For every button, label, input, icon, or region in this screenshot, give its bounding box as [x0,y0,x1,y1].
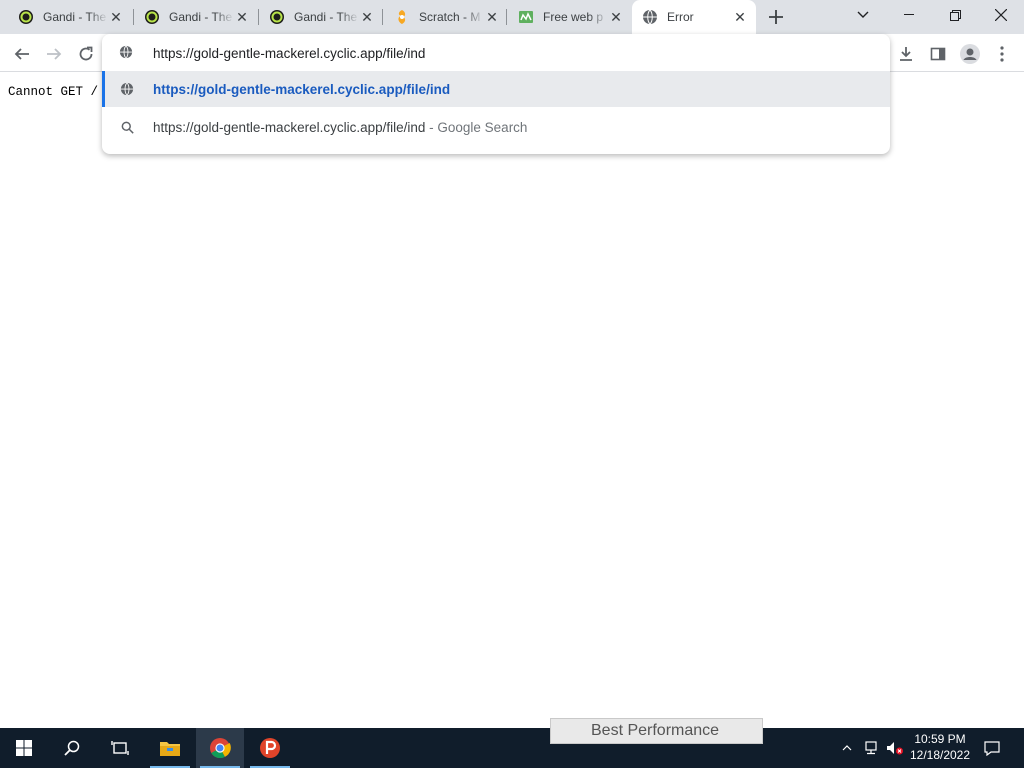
tab-separator [506,9,507,25]
p-app-icon [260,738,280,758]
clock-date: 12/18/2022 [909,748,971,762]
arrow-left-icon [14,48,29,60]
network-tray-button[interactable] [861,728,881,768]
tab-strip: Gandi - The ✕ Gandi - The ✕ Gandi - The … [0,0,1024,34]
suggestion-suffix: - Google Search [425,119,528,135]
tab-scratch[interactable]: Scratch - M ✕ [384,0,508,34]
suggestion-text: https://gold-gentle-mackerel.cyclic.app/… [153,119,426,135]
gandi-favicon-icon [144,9,160,25]
folder-icon [160,742,180,756]
webpage-favicon-icon [518,9,534,25]
side-panel-button[interactable] [924,40,952,68]
close-window-button[interactable] [978,0,1024,30]
tab-title: Error [667,10,694,24]
volume-tray-button[interactable] [884,728,906,768]
minimize-button[interactable] [886,0,932,30]
app-p-taskbar-button[interactable] [246,728,294,768]
tab-error-active[interactable]: Error ✕ [632,0,756,34]
globe-favicon-icon [642,9,658,25]
tab-close-icon[interactable]: ✕ [608,9,624,25]
reload-button[interactable] [72,40,100,68]
tab-gandi-1[interactable]: Gandi - The ✕ [8,0,132,34]
restore-button[interactable] [932,0,978,30]
clock-time: 10:59 PM [914,732,966,746]
task-view-button[interactable] [96,728,144,768]
arrow-right-icon [47,48,62,60]
restore-icon [949,9,961,21]
tab-separator [382,9,383,25]
address-bar [102,34,890,70]
globe-icon [119,45,133,64]
windows-logo-icon [16,740,32,756]
tab-title: Gandi - The [294,10,358,24]
chrome-icon [210,738,231,759]
taskbar-search-button[interactable] [48,728,96,768]
notification-icon [984,740,1000,756]
address-input[interactable] [153,44,853,62]
tab-free-web[interactable]: Free web p ✕ [508,0,632,34]
kebab-menu-icon [1000,46,1004,62]
tab-title: Free web p [543,10,604,24]
start-button[interactable] [0,728,48,768]
chrome-taskbar-button[interactable] [196,728,244,768]
profile-button[interactable] [956,40,984,68]
gandi-favicon-icon [269,9,285,25]
scratch-favicon-icon [394,9,410,25]
network-icon [865,741,877,755]
action-center-button[interactable] [980,728,1004,768]
notification-text: Best Performance [591,722,720,739]
chevron-down-icon [857,11,869,18]
task-view-icon [111,741,129,755]
tab-title: Scratch - M [419,10,481,24]
tab-close-icon[interactable]: ✕ [484,9,500,25]
back-button[interactable] [8,40,36,68]
notification-toast: Best Performance [550,718,763,744]
new-tab-button[interactable] [765,6,787,28]
omnibox-dropdown: https://gold-gentle-mackerel.cyclic.app/… [102,34,890,154]
download-icon [900,47,912,61]
close-icon [995,9,1007,21]
search-icon [119,119,135,135]
suggestion-text: https://gold-gentle-mackerel.cyclic.app/… [153,81,451,97]
menu-button[interactable] [988,40,1016,68]
gandi-favicon-icon [18,9,34,25]
tab-close-icon[interactable]: ✕ [359,9,375,25]
tab-search-button[interactable] [840,0,886,30]
suggestion-url[interactable]: https://gold-gentle-mackerel.cyclic.app/… [102,71,890,107]
suggestion-google-search[interactable]: https://gold-gentle-mackerel.cyclic.app/… [102,109,890,145]
tab-gandi-2[interactable]: Gandi - The ✕ [134,0,258,34]
file-explorer-button[interactable] [146,728,194,768]
tab-title: Gandi - The [169,10,233,24]
page-body-text: Cannot GET / [8,85,99,99]
chevron-up-icon [842,745,852,751]
downloads-button[interactable] [892,40,920,68]
tab-close-icon[interactable]: ✕ [732,9,748,25]
tab-close-icon[interactable]: ✕ [108,9,124,25]
search-icon [64,740,80,756]
taskbar-clock[interactable]: 10:59 PM 12/18/2022 [904,731,976,763]
show-hidden-icons-button[interactable] [838,728,856,768]
plus-icon [769,10,783,24]
side-panel-icon [930,47,946,61]
avatar-icon [960,44,980,64]
windows-taskbar: 10:59 PM 12/18/2022 [0,728,1024,768]
minimize-icon [904,14,914,15]
tab-title: Gandi - The [43,10,107,24]
globe-icon [119,81,135,97]
volume-muted-icon [887,742,903,755]
tab-close-icon[interactable]: ✕ [234,9,250,25]
reload-icon [79,46,93,61]
tab-gandi-3[interactable]: Gandi - The ✕ [259,0,383,34]
forward-button[interactable] [40,40,68,68]
